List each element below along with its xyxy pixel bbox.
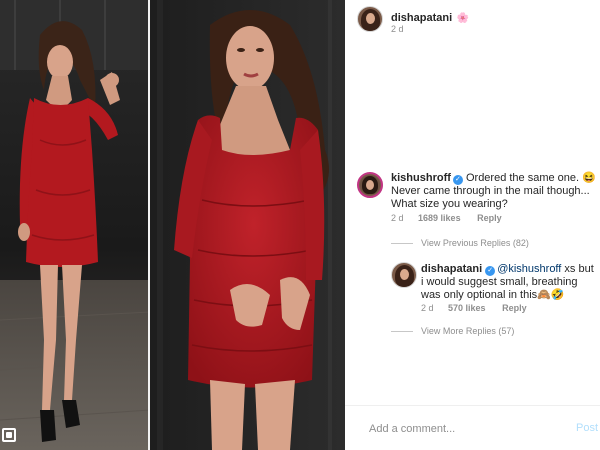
post-comment-button[interactable]: Post [576,422,598,434]
comment-meta: 2 d 1689 likes Reply [391,213,502,223]
view-more-replies-label: View More Replies (57) [421,326,515,336]
reply-meta: 2 d 570 likes Reply [421,303,527,313]
reply-mention-link[interactable]: ✓ @kishushroff [485,263,562,276]
reply-button[interactable]: Reply [477,213,502,223]
view-previous-replies-link[interactable]: View Previous Replies (82) [391,238,529,248]
reply-button[interactable]: Reply [502,303,527,313]
post-author-username[interactable]: dishapatani [391,12,452,24]
post-timestamp[interactable]: 2 d [391,24,404,34]
comment-body: kishushroff ✓ Ordered the same one. 😆 Nev… [391,172,597,211]
reply-username[interactable]: dishapatani [421,263,482,275]
comments-panel: dishapatani 🌸 2 d kishushroff ✓ Ordered t… [345,0,600,450]
post-photo-full-length [0,0,150,450]
post-author-avatar[interactable] [357,6,383,32]
add-comment-input[interactable] [369,420,559,438]
add-comment-bar: Post [345,405,600,450]
post-photo-collage[interactable] [0,0,345,450]
comment-username[interactable]: kishushroff [391,172,451,184]
verified-badge-icon: ✓ [485,266,496,276]
reply-avatar[interactable] [391,262,417,288]
photo-closeup-illustration [150,0,345,450]
multiple-posts-icon [2,428,16,442]
comment-avatar[interactable] [357,172,383,198]
flower-emoji: 🌸 [456,13,470,24]
comment-likes[interactable]: 1689 likes [418,213,461,223]
reply-thread-line [391,331,413,333]
view-more-replies-link[interactable]: View More Replies (57) [391,326,514,336]
comment-time[interactable]: 2 d [391,213,404,223]
verified-badge-icon: ✓ [452,175,463,185]
reply-mention-text: @kishushroff [497,263,562,275]
photo-full-length-illustration [0,0,150,450]
post-photo-closeup [150,0,345,450]
reply-time[interactable]: 2 d [421,303,434,313]
reply-thread-line [391,243,413,245]
view-previous-replies-label: View Previous Replies (82) [421,238,529,248]
reply-likes[interactable]: 570 likes [448,303,486,313]
reply-body: dishapatani ✓ @kishushroff xs but i would… [421,263,597,302]
